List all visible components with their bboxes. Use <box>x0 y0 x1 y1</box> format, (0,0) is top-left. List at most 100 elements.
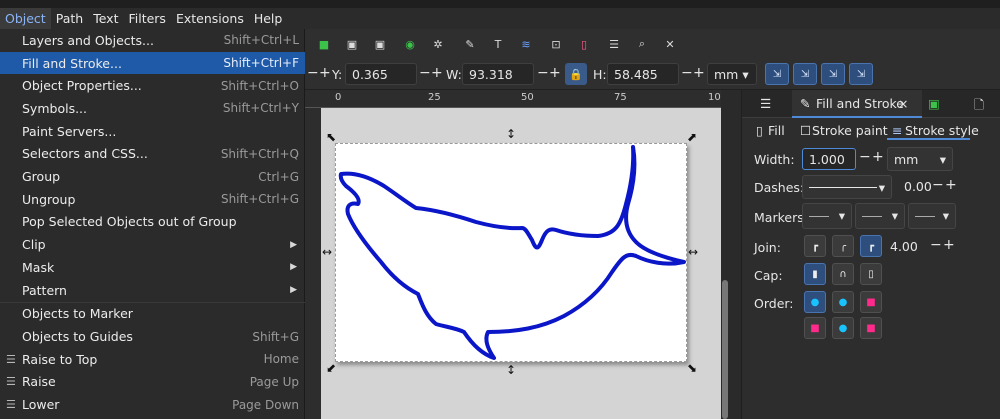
miter-minus-button[interactable]: − <box>930 237 942 253</box>
y-input[interactable]: 0.365 <box>345 63 417 85</box>
x-minus-button[interactable]: − <box>307 65 319 81</box>
menu-item-raise-to-top[interactable]: ☰ Raise to Top Home <box>0 348 305 371</box>
clone-icon[interactable]: ◉ <box>403 37 417 51</box>
stroke-width-input[interactable]: 1.000 <box>802 148 856 170</box>
w-plus-button[interactable]: + <box>549 65 561 81</box>
menu-item-fill-and-stroke[interactable]: Fill and Stroke... Shift+Ctrl+F <box>0 51 305 75</box>
align-tab-icon[interactable]: ☰ <box>760 96 771 111</box>
order-fill-markers-stroke-icon[interactable]: ■ <box>860 291 882 313</box>
menu-item-raise[interactable]: ☰ Raise Page Up <box>0 371 305 394</box>
preferences-icon[interactable]: ✕ <box>663 37 677 51</box>
menu-path[interactable]: Path <box>51 8 88 29</box>
text-tool-icon[interactable]: T <box>491 37 505 51</box>
group-icon[interactable]: ▣ <box>345 37 359 51</box>
width-plus-button[interactable]: + <box>872 149 884 165</box>
dash-offset-value[interactable]: 0.00 <box>904 179 932 194</box>
height-input[interactable]: 58.485 <box>607 63 679 85</box>
lock-icon[interactable]: 🔒 <box>565 63 587 85</box>
align-icon[interactable]: ■ <box>317 37 331 51</box>
xml-editor-icon[interactable]: ⊡ <box>549 37 563 51</box>
shark-drawing[interactable] <box>336 144 688 363</box>
menu-item-selectors-and-css[interactable]: Selectors and CSS... Shift+Ctrl+Q <box>0 143 305 166</box>
stroke-style-tab-icon[interactable]: ≡ <box>892 123 902 138</box>
align-distribute-icon[interactable]: ☰ <box>607 37 621 51</box>
menu-item-mask[interactable]: Mask ▶ <box>0 256 305 279</box>
butt-cap-icon[interactable]: ▮ <box>804 263 826 285</box>
dash-minus-button[interactable]: − <box>932 177 944 193</box>
transform-gradient-icon[interactable]: ⇲ <box>821 63 845 85</box>
order-markers-fill-stroke-icon[interactable]: ■ <box>804 317 826 339</box>
resize-handle-s[interactable]: ↕ <box>506 364 516 376</box>
close-tab-icon[interactable]: × <box>898 96 908 111</box>
menu-item-symbols[interactable]: Symbols... Shift+Ctrl+Y <box>0 97 305 120</box>
square-cap-icon[interactable]: ▯ <box>860 263 882 285</box>
transform-pattern-icon[interactable]: ⇲ <box>849 63 873 85</box>
tab-fill[interactable]: Fill <box>768 123 785 138</box>
x-plus-button[interactable]: + <box>319 65 331 81</box>
menu-item-ungroup[interactable]: Ungroup Shift+Ctrl+G <box>0 188 305 211</box>
tab-fill-and-stroke-label[interactable]: Fill and Stroke <box>816 96 904 111</box>
tab-stroke-paint[interactable]: Stroke paint <box>812 123 888 138</box>
order-fill-stroke-markers-icon[interactable]: ● <box>804 291 826 313</box>
dash-pattern-select[interactable]: ▾ <box>802 175 892 199</box>
mid-marker-select[interactable]: ▾ <box>855 203 905 229</box>
menu-item-objects-to-guides[interactable]: Objects to Guides Shift+G <box>0 325 305 348</box>
menu-help[interactable]: Help <box>249 8 288 29</box>
end-marker-select[interactable]: ▾ <box>908 203 956 229</box>
resize-handle-ne[interactable]: ⬈ <box>687 131 697 143</box>
ungroup-icon[interactable]: ▣ <box>373 37 387 51</box>
resize-handle-nw[interactable]: ⬉ <box>326 131 336 143</box>
round-join-icon[interactable]: ╭ <box>832 235 854 257</box>
tab-stroke-style[interactable]: Stroke style <box>905 123 979 138</box>
menu-item-group[interactable]: Group Ctrl+G <box>0 165 305 188</box>
document-icon[interactable]: ▯ <box>577 37 591 51</box>
resize-handle-w[interactable]: ↔ <box>322 246 332 258</box>
h-plus-button[interactable]: + <box>693 65 705 81</box>
width-input[interactable]: 93.318 <box>462 63 534 85</box>
order-stroke-markers-fill-icon[interactable]: ● <box>832 317 854 339</box>
w-minus-button[interactable]: − <box>537 65 549 81</box>
h-minus-button[interactable]: − <box>681 65 693 81</box>
edit-fill-icon[interactable]: ✎ <box>463 37 477 51</box>
menu-item-layers-and-objects[interactable]: Layers and Objects... Shift+Ctrl+L <box>0 29 305 52</box>
y-plus-button[interactable]: + <box>431 65 443 81</box>
find-icon[interactable]: ⌕ <box>635 37 649 51</box>
bevel-join-icon[interactable]: ┏ <box>804 235 826 257</box>
y-minus-button[interactable]: − <box>419 65 431 81</box>
miter-plus-button[interactable]: + <box>943 237 955 253</box>
node-icon[interactable]: ✲ <box>431 37 445 51</box>
menu-extensions[interactable]: Extensions <box>171 8 249 29</box>
round-cap-icon[interactable]: ∩ <box>832 263 854 285</box>
order-markers-stroke-fill-icon[interactable]: ■ <box>860 317 882 339</box>
menu-item-lower[interactable]: ☰ Lower Page Down <box>0 393 305 416</box>
menu-object[interactable]: Object <box>0 8 51 29</box>
layers-icon[interactable]: ≋ <box>519 37 533 51</box>
scale-stroke-icon[interactable]: ⇲ <box>765 63 789 85</box>
stroke-unit-select[interactable]: mm ▾ <box>887 147 953 171</box>
menu-item-pop-out-of-group[interactable]: Pop Selected Objects out of Group <box>0 211 305 234</box>
resize-handle-se[interactable]: ⬊ <box>687 362 697 374</box>
width-minus-button[interactable]: − <box>859 149 871 165</box>
menu-item-object-properties[interactable]: Object Properties... Shift+Ctrl+O <box>0 74 305 97</box>
menu-item-clip[interactable]: Clip ▶ <box>0 233 305 256</box>
unit-select[interactable]: mm ▾ <box>707 63 757 85</box>
resize-handle-e[interactable]: ↔ <box>688 246 698 258</box>
menu-item-pattern[interactable]: Pattern ▶ <box>0 279 305 302</box>
menu-filters[interactable]: Filters <box>123 8 170 29</box>
menu-item-objects-to-marker[interactable]: Objects to Marker <box>0 303 305 326</box>
dash-plus-button[interactable]: + <box>945 177 957 193</box>
resize-handle-n[interactable]: ↕ <box>506 128 516 140</box>
stroke-paint-tab-icon[interactable]: ☐ <box>800 123 811 138</box>
miter-join-icon[interactable]: ┏ <box>860 235 882 257</box>
miter-limit-value[interactable]: 4.00 <box>890 239 918 254</box>
resize-handle-sw[interactable]: ⬋ <box>326 362 336 374</box>
document-tab-icon[interactable]: 🗋 <box>974 96 984 117</box>
scale-corners-icon[interactable]: ⇲ <box>793 63 817 85</box>
fill-tab-icon[interactable]: ▯ <box>756 123 763 138</box>
export-tab-icon[interactable]: ▣ <box>928 96 940 111</box>
scrollbar-thumb[interactable] <box>722 280 728 419</box>
order-stroke-fill-markers-icon[interactable]: ● <box>832 291 854 313</box>
menu-text[interactable]: Text <box>88 8 123 29</box>
menu-item-paint-servers[interactable]: Paint Servers... <box>0 120 305 143</box>
start-marker-select[interactable]: ▾ <box>802 203 852 229</box>
